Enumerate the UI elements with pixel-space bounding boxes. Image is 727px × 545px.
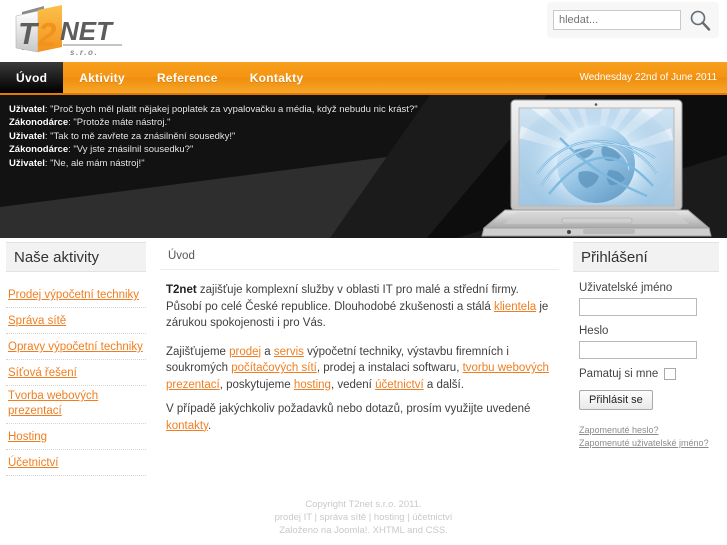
login-help-links: Zapomenuté heslo? Zapomenuté uživatelské…: [579, 424, 715, 450]
current-date: Wednesday 22nd of June 2011: [579, 72, 717, 83]
footer-credits: Založeno na Joomla!. XHTML and CSS.: [279, 525, 448, 536]
article-column: Úvod T2net zajišťuje komplexní služby v …: [152, 242, 567, 463]
forgot-username-link[interactable]: Zapomenuté uživatelské jméno?: [579, 437, 715, 450]
list-item: Prodej výpočetní techniky: [6, 282, 146, 308]
password-field[interactable]: [579, 341, 697, 359]
sidebar-title: Naše aktivity: [6, 242, 146, 272]
paragraph-intro: T2net zajišťuje komplexní služby v oblas…: [166, 282, 553, 332]
dialogue-text: : "Vy jste znásilnil sousedku?": [68, 144, 194, 156]
search-box: [547, 2, 719, 38]
sidebar-item-sitova-reseni[interactable]: Síťová řešení: [8, 366, 77, 381]
dialogue-speaker: Uživatel: [9, 130, 45, 142]
sidebar-item-prodej[interactable]: Prodej výpočetní techniky: [8, 288, 139, 303]
banner-dialogue-line: Zákonodárce: "Protože máte nástroj.": [9, 116, 418, 129]
search-icon: [690, 10, 711, 31]
nav-item-reference[interactable]: Reference: [141, 62, 234, 93]
footer-copyright: Copyright T2net s.r.o. 2011.: [305, 499, 422, 510]
nav-item-kontakty[interactable]: Kontakty: [234, 62, 320, 93]
link-kontakty[interactable]: kontakty: [166, 420, 208, 432]
password-label: Heslo: [579, 325, 609, 337]
dialogue-text: : "Ne, ale mám nástroj!": [44, 157, 145, 169]
dialogue-speaker: Uživatel: [9, 104, 45, 115]
paragraph-text: a další.: [423, 378, 464, 391]
paragraph-text: , poskytujeme: [219, 378, 294, 391]
sidebar-item-sprava-site[interactable]: Správa sítě: [8, 314, 66, 329]
logo-svg: T 2 NET s.r.o.: [15, 5, 122, 57]
footer-services: prodej IT | správa sítě | hosting | účet…: [274, 512, 453, 523]
left-sidebar: Naše aktivity Prodej výpočetní techniky …: [0, 242, 152, 476]
link-servis[interactable]: servis: [274, 346, 304, 358]
forgot-password-link[interactable]: Zapomenuté heslo?: [579, 424, 715, 437]
remember-me-label: Pamatuj si mne: [579, 368, 659, 380]
banner-dialogue-line: Uživatel: "Tak to mě zavřete za znásilně…: [9, 130, 418, 143]
username-field[interactable]: [579, 298, 697, 316]
hero-banner: Uživatel: "Proč bych měl platit nějakej …: [0, 95, 727, 238]
nav-item-uvod[interactable]: Úvod: [0, 62, 64, 93]
remember-me-row: Pamatuj si mne: [579, 368, 715, 380]
paragraph-text: V případě jakýchkoliv požadavků nebo dot…: [166, 403, 531, 415]
site-header: T 2 NET s.r.o.: [0, 0, 727, 62]
link-ucetnictvi[interactable]: účetnictví: [375, 379, 424, 391]
dialogue-speaker: Uživatel: [9, 157, 45, 169]
sidebar-item-hosting[interactable]: Hosting: [8, 430, 47, 445]
sidebar-item-tvorba-prezentaci[interactable]: Tvorba webových prezentací: [8, 389, 146, 419]
list-item: Tvorba webových prezentací: [6, 386, 146, 424]
activities-list: Prodej výpočetní techniky Správa sítě Op…: [6, 282, 146, 476]
nav-item-aktivity[interactable]: Aktivity: [63, 62, 141, 93]
svg-text:2: 2: [37, 16, 57, 53]
paragraph-services: Zajišťujeme prodej a servis výpočetní te…: [166, 344, 553, 394]
svg-text:s.r.o.: s.r.o.: [70, 48, 98, 57]
link-prodej[interactable]: prodej: [229, 346, 261, 358]
list-item: Účetnictví: [6, 450, 146, 476]
paragraph-text: , prodej a instalaci softwaru,: [316, 362, 463, 374]
list-item: Hosting: [6, 424, 146, 450]
paragraph-text: , vedení: [330, 378, 376, 391]
page-root: T 2 NET s.r.o. Úvod Aktivity Reference K…: [0, 0, 727, 545]
dialogue-text: : "Proč bych měl platit nějakej poplatek…: [44, 104, 418, 115]
site-logo[interactable]: T 2 NET s.r.o.: [8, 2, 132, 58]
sidebar-item-opravy[interactable]: Opravy výpočetní techniky: [8, 340, 143, 355]
laptop-svg: [481, 99, 712, 237]
page-title: Úvod: [160, 242, 559, 270]
list-item: Správa sítě: [6, 308, 146, 334]
login-panel: Přihlášení Uživatelské jméno Heslo Pamat…: [567, 242, 727, 463]
laptop-globe-image: [417, 98, 717, 238]
link-pocitacove-site[interactable]: počítačových sítí: [231, 362, 317, 374]
list-item: Opravy výpočetní techniky: [6, 334, 146, 360]
dialogue-text: : "Tak to mě zavřete za znásilnění souse…: [44, 130, 236, 142]
paragraph-text: zajišťuje komplexní služby v oblasti IT …: [166, 284, 519, 313]
svg-text:NET: NET: [60, 16, 114, 46]
banner-dialogue-line: Uživatel: "Proč bych měl platit nějakej …: [9, 103, 418, 116]
list-item: Síťová řešení: [6, 360, 146, 386]
search-input[interactable]: [553, 10, 681, 30]
main-navigation: Úvod Aktivity Reference Kontakty Wednesd…: [0, 62, 727, 95]
banner-dialogue: Uživatel: "Proč bych měl platit nějakej …: [9, 103, 418, 170]
username-label: Uživatelské jméno: [579, 282, 673, 294]
dialogue-speaker: Zákonodárce: [9, 144, 69, 156]
login-title: Přihlášení: [573, 242, 719, 272]
main-content: Naše aktivity Prodej výpočetní techniky …: [0, 238, 727, 476]
remember-me-checkbox[interactable]: [664, 368, 677, 380]
banner-dialogue-line: Zákonodárce: "Vy jste znásilnil sousedku…: [9, 143, 418, 156]
article-body: T2net zajišťuje komplexní služby v oblas…: [160, 270, 559, 434]
dialogue-text: : "Protože máte nástroj.": [68, 117, 171, 129]
paragraph-text: .: [207, 419, 212, 432]
paragraph-text: Zajišťujeme: [166, 345, 230, 358]
site-footer: Copyright T2net s.r.o. 2011. prodej IT |…: [0, 498, 727, 537]
brand-name: T2net: [166, 284, 197, 296]
link-klientela[interactable]: klientela: [494, 301, 536, 313]
link-hosting[interactable]: hosting: [294, 379, 331, 391]
login-form: Uživatelské jméno Heslo Pamatuj si mne P…: [573, 272, 719, 450]
svg-text:T: T: [18, 16, 40, 51]
paragraph-contact: V případě jakýchkoliv požadavků nebo dot…: [166, 401, 553, 434]
banner-dialogue-line: Uživatel: "Ne, ale mám nástroj!": [9, 157, 418, 170]
dialogue-speaker: Zákonodárce: [9, 117, 69, 129]
search-button[interactable]: [687, 7, 713, 33]
sidebar-item-ucetnictvi[interactable]: Účetnictví: [8, 456, 59, 471]
login-submit-button[interactable]: Přihlásit se: [579, 390, 653, 410]
paragraph-text: a: [261, 345, 274, 358]
